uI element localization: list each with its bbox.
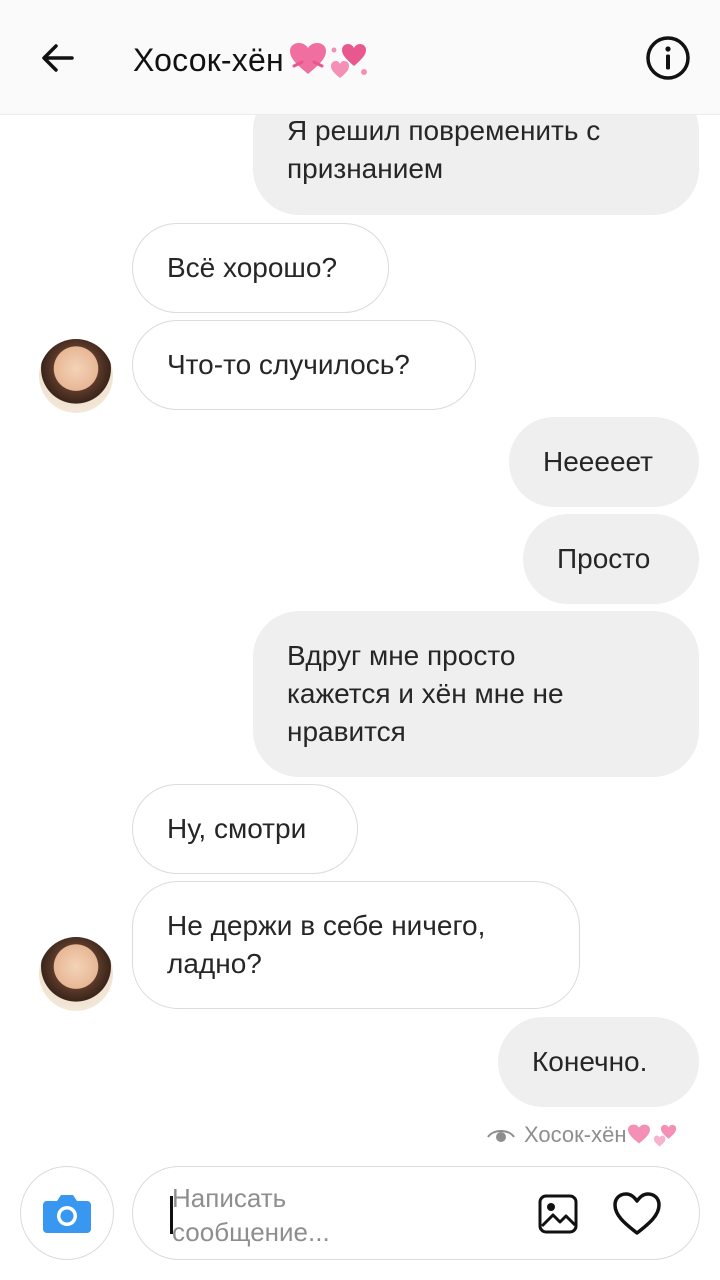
heart-ribbon-emoji — [628, 1124, 651, 1144]
message-bubble-outgoing[interactable]: Конечно. — [498, 1017, 699, 1107]
message-text: Не держи в себе ничего, — [167, 910, 486, 941]
eye-icon — [487, 1130, 515, 1142]
heart-icon — [613, 1192, 661, 1235]
message-text: Конечно. — [532, 1046, 648, 1077]
gallery-button[interactable] — [534, 1190, 582, 1238]
message-text: кажется и хён мне не — [287, 678, 564, 709]
chat-header: Хосок-хён — [0, 0, 720, 115]
message-bubble-outgoing[interactable]: Я решил повременить с признанием — [253, 115, 699, 215]
message-bubble-outgoing[interactable]: Просто — [523, 514, 699, 604]
arrow-left-icon — [42, 44, 74, 72]
message-text: Просто — [557, 543, 651, 574]
message-bubble-incoming[interactable]: Что-то случилось? — [132, 320, 476, 410]
message-text: Всё хорошо? — [167, 252, 338, 283]
message-bubble-outgoing[interactable]: Неееeет — [509, 417, 699, 507]
info-button[interactable] — [640, 30, 696, 86]
message-text: Что-то случилось? — [167, 349, 410, 380]
message-input-placeholder: сообщение... — [172, 1217, 330, 1247]
like-button[interactable] — [610, 1188, 664, 1240]
message-input[interactable]: Написать сообщение... — [172, 1181, 502, 1249]
image-icon — [538, 1194, 578, 1234]
chat-title-area[interactable]: Хосок-хён — [133, 36, 372, 84]
message-text: Вдруг мне просто — [287, 640, 516, 671]
message-input-placeholder: Написать — [172, 1183, 287, 1213]
message-text: Ну, смотри — [167, 813, 307, 844]
message-bubble-outgoing[interactable]: Вдруг мне просто кажется и хён мне не нр… — [253, 611, 699, 777]
camera-icon — [43, 1195, 91, 1233]
message-text: Неееeет — [543, 446, 653, 477]
message-bubble-incoming[interactable]: Всё хорошо? — [132, 223, 389, 313]
message-bubble-incoming[interactable]: Ну, смотри — [132, 784, 358, 874]
info-circle-icon — [646, 36, 690, 80]
back-button[interactable] — [30, 30, 86, 86]
two-hearts-emoji — [330, 44, 367, 78]
chat-title: Хосок-хён — [133, 41, 284, 78]
message-text: Я решил повременить с — [287, 115, 601, 146]
message-text: признанием — [287, 153, 444, 184]
heart-ribbon-emoji — [289, 43, 326, 74]
seen-indicator: Хосок-хён — [486, 1120, 680, 1150]
message-bubble-incoming[interactable]: Не держи в себе ничего, ладно? — [132, 881, 580, 1009]
two-hearts-emoji — [654, 1124, 677, 1147]
message-text: нравится — [287, 716, 406, 747]
avatar[interactable] — [39, 937, 113, 1011]
message-thread[interactable]: Я решил повременить с признанием Всё хор… — [0, 115, 720, 1155]
avatar[interactable] — [39, 339, 113, 413]
message-text: ладно? — [167, 948, 262, 979]
seen-label: Хосок-хён — [524, 1122, 627, 1147]
camera-button[interactable] — [20, 1166, 114, 1260]
